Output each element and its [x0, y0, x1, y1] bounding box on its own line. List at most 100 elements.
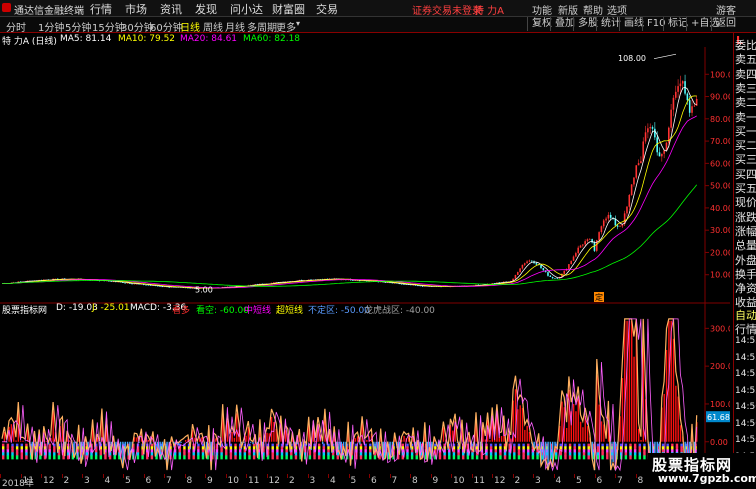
date-axis-tick	[554, 474, 555, 478]
candle-body	[568, 264, 570, 269]
candle-body	[145, 285, 147, 286]
stock-tab[interactable]: 特 力A	[474, 2, 504, 17]
ind-band	[374, 455, 376, 459]
ind-band	[141, 455, 143, 459]
menu-wenxiaoda[interactable]: 问小达	[230, 1, 263, 17]
date-axis-tick	[328, 474, 329, 478]
ind-bar	[510, 439, 511, 442]
candle-body	[573, 257, 575, 261]
date-axis-tick	[451, 474, 452, 478]
chevron-down-icon[interactable]: ▾	[296, 19, 300, 28]
period-15min[interactable]: 15分钟	[92, 19, 125, 34]
ind-bar	[526, 426, 527, 442]
menu-xuanxiang[interactable]: 选项	[607, 2, 627, 17]
date-axis-label: 3	[535, 476, 541, 486]
ma10-line	[2, 96, 697, 288]
date-axis-label: 2	[289, 476, 295, 486]
panel-tab[interactable]: 行情	[735, 321, 756, 337]
ind-band	[114, 455, 116, 459]
period-30min[interactable]: 30分钟	[121, 19, 154, 34]
ind-band	[179, 455, 181, 459]
ind-band	[48, 455, 50, 459]
login-status[interactable]: 证券交易未登录	[412, 2, 482, 17]
period-weekly[interactable]: 周线	[203, 19, 223, 34]
menu-faxian[interactable]: 发现	[195, 1, 217, 17]
ind-band	[634, 455, 636, 459]
ind-band	[462, 455, 464, 459]
ind-bar	[601, 421, 602, 441]
candle-body	[617, 226, 619, 227]
period-1min[interactable]: 1分钟	[38, 19, 64, 34]
ind-band	[295, 455, 297, 459]
kline-chart[interactable]: 100.090.0080.0070.0060.0050.0040.0030.00…	[0, 47, 730, 474]
ind-band	[290, 455, 292, 459]
ind-band	[639, 455, 641, 459]
menu-youke[interactable]: 游客	[716, 2, 736, 17]
candle-body	[691, 106, 693, 112]
candle-body	[670, 110, 672, 128]
price-series	[2, 75, 697, 289]
period-60min[interactable]: 60分钟	[150, 19, 183, 34]
ind-band	[416, 455, 418, 459]
menu-bangzhu[interactable]: 帮助	[583, 2, 603, 17]
period-daily[interactable]: 日线	[180, 19, 200, 34]
ind-band	[100, 455, 102, 459]
candle-body	[517, 272, 519, 275]
date-axis-label: 4	[556, 476, 562, 486]
tick-time: 14:55	[735, 369, 756, 379]
ind-bar	[322, 442, 323, 444]
candle-body	[352, 280, 354, 281]
indicator-chaoduan: 超短线	[276, 303, 303, 316]
ind-bar	[403, 436, 404, 442]
watermark: 股票指标网 www.7gpzb.com	[648, 453, 756, 487]
menu-hangqing[interactable]: 行情	[90, 1, 112, 17]
indicator-name[interactable]: 股票指标网	[2, 303, 47, 316]
indicator-j: J: -25.01	[92, 303, 130, 313]
back-button[interactable]: 返回	[711, 17, 740, 31]
date-axis-label: 8	[187, 476, 193, 486]
date-axis-label: 2	[64, 476, 70, 486]
candle-body	[589, 239, 591, 240]
date-axis-label: 5	[351, 476, 357, 486]
menu-zixun[interactable]: 资讯	[160, 1, 182, 17]
candle-body	[515, 275, 517, 279]
date-axis-tick	[41, 474, 42, 478]
period-fenshi[interactable]: 分时	[6, 19, 26, 34]
period-monthly[interactable]: 月线	[225, 19, 245, 34]
period-5min[interactable]: 5分钟	[65, 19, 91, 34]
candle-body	[598, 232, 600, 240]
candle-body	[554, 278, 556, 279]
menu-caifuquan[interactable]: 财富圈	[272, 1, 305, 17]
menu-xinban[interactable]: 新版	[558, 2, 578, 17]
price-axis-label: 30.00	[710, 226, 730, 235]
ind-bar	[517, 409, 518, 441]
ind-band	[285, 455, 287, 459]
candle-body	[673, 98, 675, 110]
menu-jiaoyi[interactable]: 交易	[316, 1, 338, 17]
ind-band	[569, 455, 571, 459]
ind-bar	[22, 441, 23, 442]
ind-bar	[622, 378, 623, 442]
period-multi[interactable]: 多周期	[247, 19, 277, 34]
ind-bar	[266, 433, 267, 442]
price-axis-label: 50.00	[710, 182, 730, 191]
date-axis-label: 5	[125, 476, 131, 486]
period-more[interactable]: 更多	[276, 19, 296, 34]
candle-body	[694, 106, 696, 107]
ind-band	[25, 455, 27, 459]
candle-body	[610, 215, 612, 218]
ind-band	[536, 455, 538, 459]
ind-bar	[69, 440, 70, 441]
ind-band	[234, 455, 236, 459]
ma10-value: MA10: 79.52	[118, 34, 175, 44]
price-axis-label: 70.00	[710, 137, 730, 146]
stock-label: 特 力A (日线)	[2, 34, 57, 47]
menu-gongneng[interactable]: 功能	[532, 2, 552, 17]
menu-shichang[interactable]: 市场	[125, 1, 147, 17]
ind-bar	[638, 429, 639, 442]
ind-band	[518, 455, 520, 459]
ind-band	[174, 455, 176, 459]
candle-body	[148, 285, 150, 286]
ind-band	[21, 455, 23, 459]
ind-bar	[215, 438, 216, 441]
